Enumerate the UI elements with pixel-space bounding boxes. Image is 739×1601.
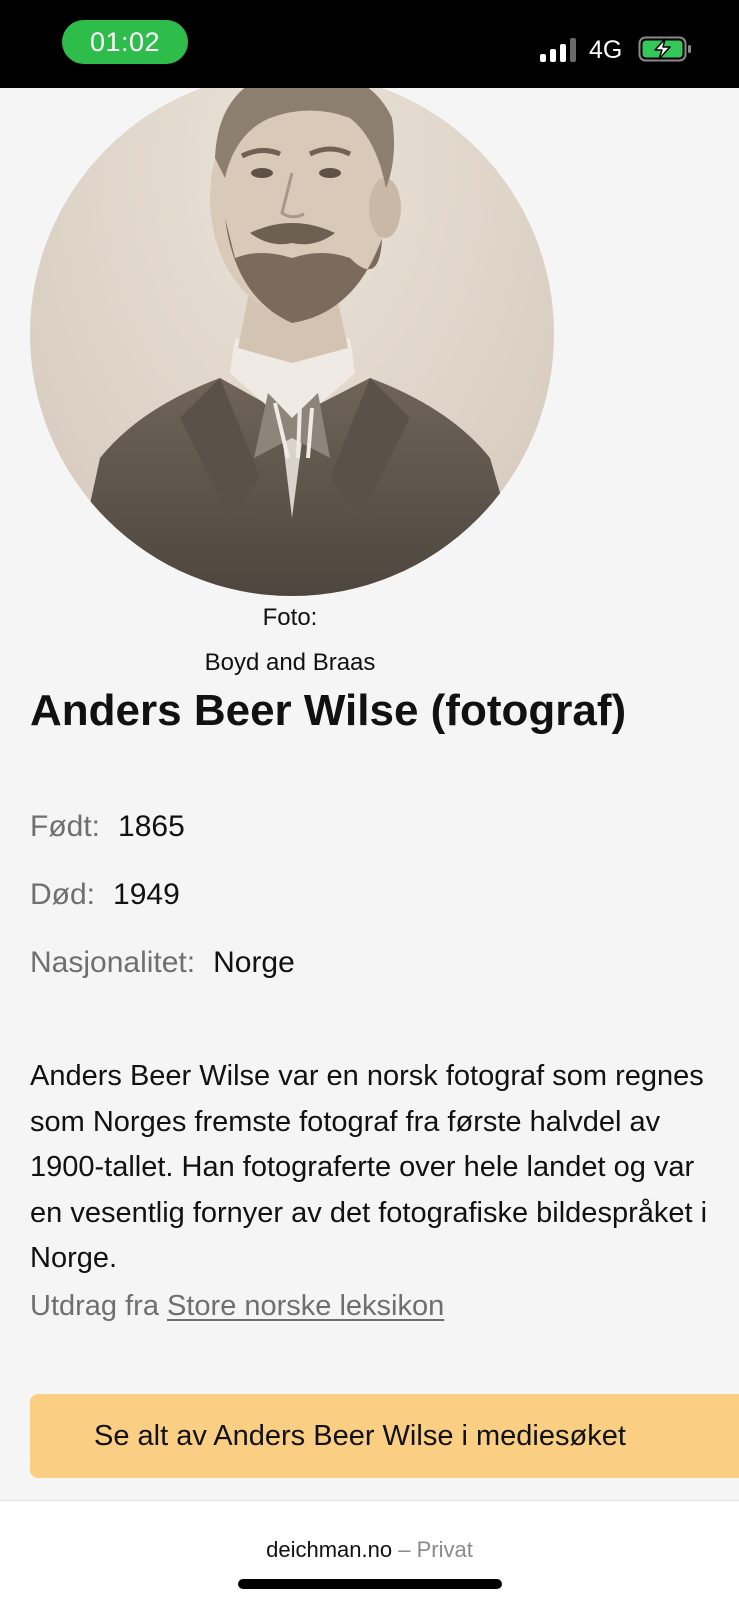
private-mode-label: – Privat bbox=[398, 1537, 473, 1562]
fact-label: Død: bbox=[30, 878, 96, 911]
media-search-button[interactable]: Se alt av Anders Beer Wilse i mediesøket bbox=[30, 1394, 739, 1478]
portrait-photo bbox=[30, 88, 554, 596]
fact-label: Nasjonalitet: bbox=[30, 946, 196, 979]
clock-pill: 01:02 bbox=[62, 20, 188, 64]
battery-charging-icon bbox=[638, 36, 691, 62]
cellular-signal-icon bbox=[540, 38, 580, 62]
source-link[interactable]: Store norske leksikon bbox=[167, 1290, 444, 1322]
fact-born: Født: 1865 bbox=[30, 810, 185, 844]
url-display[interactable]: deichman.no – Privat bbox=[0, 1537, 739, 1563]
photo-credit-name: Boyd and Braas bbox=[204, 649, 376, 676]
source-attribution: Utdrag fra Store norske leksikon bbox=[30, 1290, 444, 1323]
fact-died: Død: 1949 bbox=[30, 878, 180, 912]
biography-text: Anders Beer Wilse var en norsk fotograf … bbox=[30, 1060, 708, 1274]
browser-address-bar[interactable]: deichman.no – Privat bbox=[0, 1500, 739, 1601]
photo-credit-label: Foto: bbox=[262, 604, 318, 631]
fact-value: 1949 bbox=[113, 878, 180, 911]
url-domain: deichman.no bbox=[266, 1537, 393, 1562]
fact-value: 1865 bbox=[118, 810, 185, 843]
source-prefix: Utdrag fra bbox=[30, 1290, 159, 1322]
home-indicator[interactable] bbox=[238, 1579, 502, 1589]
clock-time: 01:02 bbox=[89, 27, 161, 57]
fact-label: Født: bbox=[30, 810, 101, 843]
status-bar: 01:02 4G bbox=[0, 0, 739, 88]
page-title: Anders Beer Wilse (fotograf) bbox=[30, 686, 627, 735]
fact-value: Norge bbox=[213, 946, 295, 979]
fact-nationality: Nasjonalitet: Norge bbox=[30, 946, 295, 980]
network-type: 4G bbox=[589, 36, 623, 64]
person-page: Foto: Boyd and Braas Anders Beer Wilse (… bbox=[0, 88, 739, 1500]
